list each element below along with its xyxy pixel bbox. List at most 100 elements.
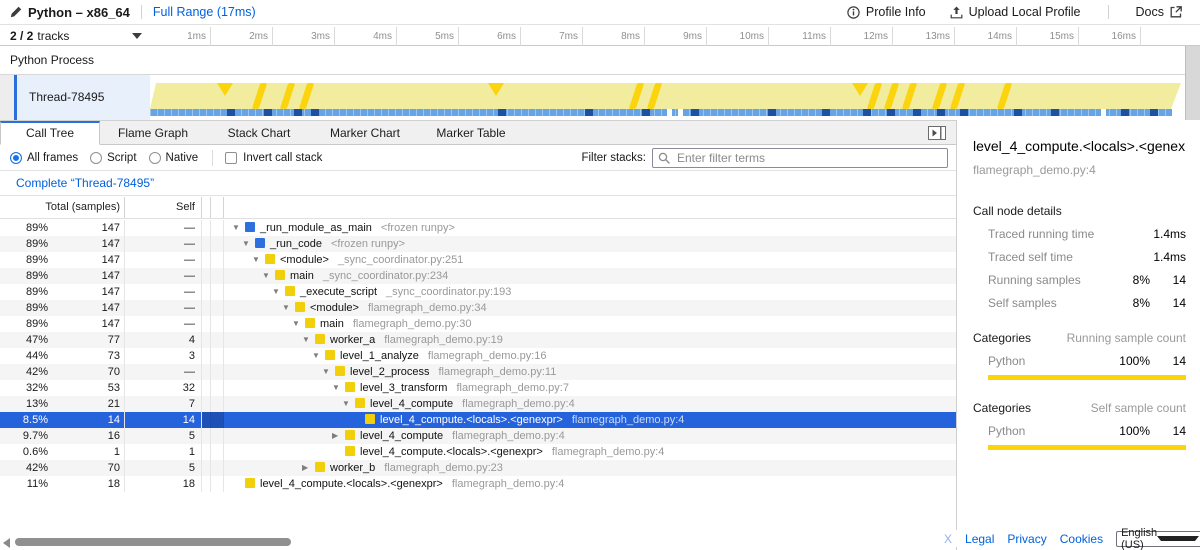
tab-marker-chart[interactable]: Marker Chart bbox=[312, 121, 418, 145]
expand-twisty-icon[interactable]: ▼ bbox=[312, 348, 325, 364]
profile-info-button[interactable]: Profile Info bbox=[839, 5, 934, 19]
call-tree-row[interactable]: 89%147—▼<module>_sync_coordinator.py:251 bbox=[0, 252, 956, 268]
thread-activity-graph[interactable] bbox=[150, 75, 1185, 120]
sample-dense-segment bbox=[585, 109, 593, 116]
track-python-process[interactable]: Python Process bbox=[0, 46, 1185, 75]
call-tree-row[interactable]: 44%733▼level_1_analyzeflamegraph_demo.py… bbox=[0, 348, 956, 364]
radio-icon[interactable] bbox=[90, 152, 102, 164]
thread-track-label[interactable]: Thread-78495 bbox=[17, 75, 150, 120]
self-samples: — bbox=[125, 284, 202, 300]
call-tree-row[interactable]: 42%705▶worker_bflamegraph_demo.py:23 bbox=[0, 460, 956, 476]
expand-twisty-icon[interactable]: ▶ bbox=[332, 428, 345, 444]
call-tree-row[interactable]: 89%147—▼_run_module_as_main<frozen runpy… bbox=[0, 220, 956, 236]
footer-x-link[interactable]: X bbox=[944, 532, 952, 546]
slash-marker bbox=[932, 83, 947, 109]
checkbox-icon[interactable] bbox=[225, 152, 237, 164]
sample-dense-segment bbox=[822, 109, 830, 116]
call-tree-row[interactable]: 32%5332▼level_3_transformflamegraph_demo… bbox=[0, 380, 956, 396]
expand-twisty-icon[interactable]: ▼ bbox=[342, 396, 355, 412]
radio-selected-icon[interactable] bbox=[10, 152, 22, 164]
detail-percent: 8% bbox=[1108, 273, 1150, 287]
expand-twisty-icon[interactable]: ▼ bbox=[262, 268, 275, 284]
call-tree-row[interactable]: 42%70—▼level_2_processflamegraph_demo.py… bbox=[0, 364, 956, 380]
function-name: _run_module_as_main bbox=[260, 222, 372, 234]
function-name: level_4_compute bbox=[360, 430, 443, 442]
total-percent: 13% bbox=[0, 396, 48, 412]
footer-link-cookies[interactable]: Cookies bbox=[1060, 532, 1103, 546]
radio-script[interactable]: Script bbox=[90, 152, 136, 164]
sample-dense-segment bbox=[691, 109, 699, 116]
total-percent: 89% bbox=[0, 236, 48, 252]
category-row: Python100%14 bbox=[973, 424, 1186, 438]
radio-native[interactable]: Native bbox=[149, 152, 199, 164]
language-select[interactable]: English (US) bbox=[1116, 531, 1200, 547]
expand-twisty-icon[interactable]: ▼ bbox=[272, 284, 285, 300]
categories-subtitle: Self sample count bbox=[1091, 401, 1186, 415]
call-tree-row[interactable]: 89%147—▼<module>flamegraph_demo.py:34 bbox=[0, 300, 956, 316]
footer-link-legal[interactable]: Legal bbox=[965, 532, 994, 546]
tab-stack-chart[interactable]: Stack Chart bbox=[206, 121, 312, 145]
expand-twisty-icon[interactable]: ▼ bbox=[322, 364, 335, 380]
ruler-tick: 1ms bbox=[149, 27, 211, 46]
triangle-marker bbox=[852, 83, 868, 96]
expand-twisty-icon[interactable]: ▼ bbox=[232, 220, 245, 236]
call-tree-row[interactable]: 89%147—▼main_sync_coordinator.py:234 bbox=[0, 268, 956, 284]
scroll-left-arrow-icon[interactable] bbox=[3, 538, 10, 548]
category-percent: 100% bbox=[1108, 424, 1150, 438]
detail-row: Running samples8%14 bbox=[973, 273, 1186, 287]
call-tree-row[interactable]: 13%217▼level_4_computeflamegraph_demo.py… bbox=[0, 396, 956, 412]
track-thread[interactable]: Thread-78495 bbox=[0, 75, 1185, 120]
full-range-link[interactable]: Full Range (17ms) bbox=[153, 5, 256, 19]
self-column-header[interactable]: Self bbox=[125, 197, 202, 218]
expand-twisty-icon[interactable]: ▼ bbox=[302, 332, 315, 348]
total-samples: 53 bbox=[48, 380, 124, 396]
call-tree-row[interactable]: 89%147—▼mainflamegraph_demo.py:30 bbox=[0, 316, 956, 332]
invert-call-stack-checkbox[interactable]: Invert call stack bbox=[225, 152, 322, 164]
self-samples: — bbox=[125, 236, 202, 252]
expand-twisty-icon[interactable]: ▼ bbox=[332, 380, 345, 396]
profile-name: Python – x86_64 bbox=[28, 5, 130, 20]
breadcrumb[interactable]: Complete “Thread-78495” bbox=[16, 176, 154, 190]
tab-call-tree[interactable]: Call Tree bbox=[0, 121, 100, 145]
call-tree-row[interactable]: 47%774▼worker_aflamegraph_demo.py:19 bbox=[0, 332, 956, 348]
expand-twisty-icon[interactable]: ▼ bbox=[242, 236, 255, 252]
radio-icon[interactable] bbox=[149, 152, 161, 164]
expand-twisty-icon[interactable]: ▼ bbox=[282, 300, 295, 316]
docs-link[interactable]: Docs bbox=[1128, 5, 1190, 19]
category-name: Python bbox=[988, 424, 1108, 438]
tab-marker-table[interactable]: Marker Table bbox=[418, 121, 524, 145]
total-column-header[interactable]: Total (samples) bbox=[0, 197, 125, 218]
edit-pencil-icon[interactable] bbox=[10, 6, 22, 18]
call-tree-row[interactable]: 89%147—▼_run_code<frozen runpy> bbox=[0, 236, 956, 252]
expand-twisty-icon[interactable]: ▶ bbox=[302, 460, 315, 476]
ruler-tick: 14ms bbox=[955, 27, 1017, 46]
self-samples: 4 bbox=[125, 332, 202, 348]
tab-flame-graph[interactable]: Flame Graph bbox=[100, 121, 206, 145]
scrollbar-thumb[interactable] bbox=[15, 538, 291, 546]
slash-marker bbox=[997, 83, 1012, 109]
expand-twisty-icon[interactable]: ▼ bbox=[252, 252, 265, 268]
call-tree-row[interactable]: 0.6%11level_4_compute.<locals>.<genexpr>… bbox=[0, 444, 956, 460]
call-tree-row[interactable]: 8.5%1414level_4_compute.<locals>.<genexp… bbox=[0, 412, 956, 428]
self-samples: — bbox=[125, 364, 202, 380]
function-name: level_4_compute bbox=[370, 398, 453, 410]
sample-gap bbox=[1101, 109, 1106, 116]
footer-link-privacy[interactable]: Privacy bbox=[1007, 532, 1046, 546]
function-name: main bbox=[290, 270, 314, 282]
slash-marker bbox=[867, 83, 882, 109]
ruler-tick: 3ms bbox=[273, 27, 335, 46]
sample-dense-segment bbox=[498, 109, 506, 116]
ruler-tick: 12ms bbox=[831, 27, 893, 46]
sidebar-toggle-button[interactable] bbox=[928, 126, 946, 140]
call-tree-row[interactable]: 89%147—▼_execute_script_sync_coordinator… bbox=[0, 284, 956, 300]
tracks-dropdown-button[interactable]: 2 / 2 tracks bbox=[0, 26, 150, 45]
call-tree-row[interactable]: 11%1818level_4_compute.<locals>.<genexpr… bbox=[0, 476, 956, 492]
total-samples: 1 bbox=[48, 444, 124, 460]
radio-all-frames[interactable]: All frames bbox=[10, 152, 78, 164]
expand-twisty-icon[interactable]: ▼ bbox=[292, 316, 305, 332]
filter-stacks-input[interactable] bbox=[652, 148, 948, 168]
upload-profile-button[interactable]: Upload Local Profile bbox=[942, 5, 1089, 19]
detail-label: Self samples bbox=[988, 296, 1108, 310]
horizontal-scrollbar[interactable] bbox=[0, 533, 956, 550]
call-tree-row[interactable]: 9.7%165▶level_4_computeflamegraph_demo.p… bbox=[0, 428, 956, 444]
